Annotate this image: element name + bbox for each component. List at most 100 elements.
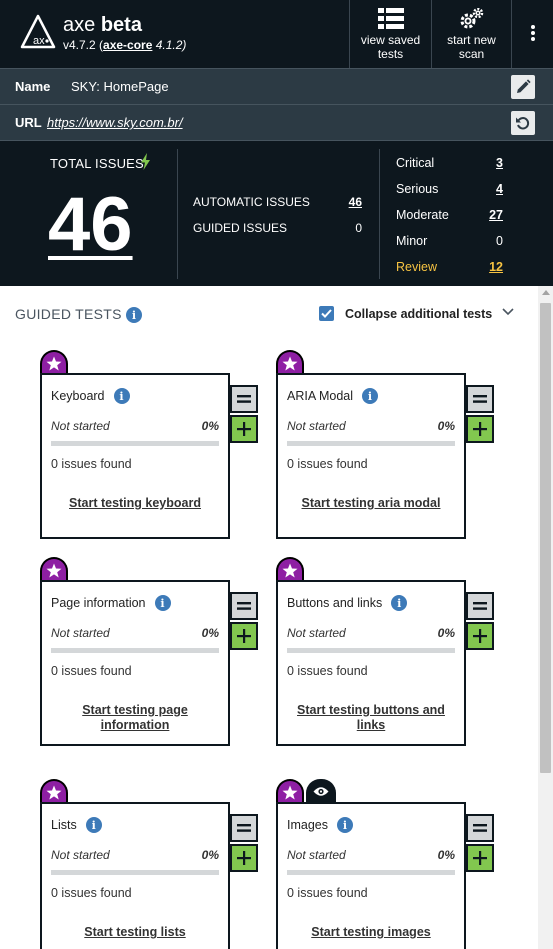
total-issues-count[interactable]: 46 xyxy=(48,185,133,265)
collapse-label: Collapse additional tests xyxy=(345,306,493,321)
new-scan-label-2: scan xyxy=(458,47,485,61)
start-link-line-1: Start testing keyboard xyxy=(69,496,201,510)
info-icon[interactable]: i xyxy=(362,388,379,404)
serious-label: Serious xyxy=(396,182,439,196)
total-issues-label: TOTAL ISSUES xyxy=(50,156,144,171)
info-icon[interactable]: i xyxy=(113,388,130,404)
url-link[interactable]: https://www.sky.com.br/ xyxy=(47,115,183,130)
review-label: Review xyxy=(396,260,437,274)
info-icon[interactable]: i xyxy=(391,595,408,611)
start-link-line-2: links xyxy=(356,718,386,732)
eye-icon xyxy=(306,779,336,804)
checkbox-icon[interactable] xyxy=(319,306,334,321)
plus-icon xyxy=(237,422,251,436)
edit-name-button[interactable] xyxy=(511,75,535,99)
start-testing-link[interactable]: Start testing keyboard xyxy=(56,496,214,511)
card-percent: 0% xyxy=(437,848,455,862)
automatic-issues-label: AUTOMATIC ISSUES xyxy=(193,195,310,209)
saved-label-2: tests xyxy=(377,47,404,61)
chevron-down-icon[interactable] xyxy=(502,308,514,316)
view-saved-tests-button[interactable]: view saved tests xyxy=(349,0,431,68)
card-status: Not started xyxy=(287,626,346,640)
star-icon xyxy=(40,557,68,582)
info-icon[interactable]: i xyxy=(126,307,142,323)
issues-found: 0 issues found xyxy=(51,457,132,471)
add-test-button[interactable] xyxy=(230,415,258,443)
minor-label: Minor xyxy=(396,234,428,248)
star-icon xyxy=(40,779,68,804)
start-testing-link[interactable]: Start testing images xyxy=(292,925,450,940)
collapse-card-button[interactable] xyxy=(466,592,494,620)
refresh-icon xyxy=(516,117,530,130)
add-test-button[interactable] xyxy=(230,844,258,872)
url-label: URL xyxy=(15,115,42,130)
moderate-count[interactable]: 27 xyxy=(489,208,503,222)
start-testing-link[interactable]: Start testing page information xyxy=(56,703,214,733)
collapse-card-button[interactable] xyxy=(230,385,258,413)
start-link-line-1: Start testing page xyxy=(82,703,188,717)
card-title-text: Page information xyxy=(51,596,146,610)
card-title: ARIA Modal i xyxy=(287,388,379,404)
scroll-thumb[interactable] xyxy=(540,303,551,773)
start-new-scan-button[interactable]: start new scan xyxy=(431,0,511,68)
card-title: Page information i xyxy=(51,595,171,611)
review-count[interactable]: 12 xyxy=(489,260,503,274)
issues-found: 0 issues found xyxy=(287,457,368,471)
plus-icon xyxy=(473,851,487,865)
start-testing-link[interactable]: Start testing buttons and links xyxy=(292,703,450,733)
card-status: Not started xyxy=(287,419,346,433)
version-prefix: v4.7.2 ( xyxy=(63,38,104,52)
serious-count[interactable]: 4 xyxy=(496,182,503,196)
issues-found: 0 issues found xyxy=(287,886,368,900)
card-body: Lists i Not started 0% 0 issues found Sta… xyxy=(40,802,230,949)
info-icon[interactable]: i xyxy=(154,595,171,611)
top-bar: ax axe beta v4.7.2 (axe-core 4.1.2) view… xyxy=(0,0,553,68)
info-icon[interactable]: i xyxy=(337,817,353,833)
add-test-button[interactable] xyxy=(466,844,494,872)
axe-core-link[interactable]: axe-core xyxy=(103,38,152,52)
app-title: axe beta xyxy=(63,14,142,36)
progress-bar xyxy=(51,648,219,653)
add-test-button[interactable] xyxy=(466,415,494,443)
star-icon xyxy=(276,557,304,582)
scroll-up-arrow[interactable] xyxy=(542,290,550,295)
card-status: Not started xyxy=(51,419,110,433)
vertical-scrollbar[interactable] xyxy=(538,286,553,949)
core-version: 4.1.2) xyxy=(152,38,187,52)
start-testing-link[interactable]: Start testing lists xyxy=(56,925,214,940)
guided-tests-panel: GUIDED TESTS i Collapse additional tests… xyxy=(0,286,538,949)
guided-tests-title: GUIDED TESTS xyxy=(15,306,122,322)
add-test-button[interactable] xyxy=(230,622,258,650)
minus-icon xyxy=(237,602,251,610)
more-options-button[interactable] xyxy=(511,0,553,68)
start-testing-link[interactable]: Start testing aria modal xyxy=(292,496,450,511)
progress-bar xyxy=(287,870,455,875)
add-test-button[interactable] xyxy=(466,622,494,650)
pencil-icon xyxy=(517,79,531,93)
rescan-button[interactable] xyxy=(511,111,535,135)
info-icon[interactable]: i xyxy=(85,817,102,833)
progress-bar xyxy=(287,648,455,653)
brand-light: axe xyxy=(63,14,96,36)
version-text: v4.7.2 (axe-core 4.1.2) xyxy=(63,38,186,52)
minus-icon xyxy=(237,395,251,403)
card-title-text: Images xyxy=(287,818,328,832)
card-title: Buttons and links i xyxy=(287,595,408,611)
minor-count: 0 xyxy=(496,234,503,248)
collapse-card-button[interactable] xyxy=(230,814,258,842)
divider xyxy=(379,149,380,279)
start-link-line-1: Start testing buttons and xyxy=(297,703,445,717)
card-body: Images i Not started 0% 0 issues found St… xyxy=(276,802,466,949)
moderate-label: Moderate xyxy=(396,208,449,222)
minus-icon xyxy=(473,395,487,403)
issues-summary: TOTAL ISSUES 46 AUTOMATIC ISSUES 46 GUID… xyxy=(0,140,553,286)
card-body: Page information i Not started 0% 0 issue… xyxy=(40,580,230,746)
card-body: Keyboard i Not started 0% 0 issues found … xyxy=(40,373,230,539)
automatic-issues-count[interactable]: 46 xyxy=(349,195,362,209)
collapse-card-button[interactable] xyxy=(230,592,258,620)
collapse-card-button[interactable] xyxy=(466,814,494,842)
collapse-card-button[interactable] xyxy=(466,385,494,413)
critical-count[interactable]: 3 xyxy=(496,156,503,170)
collapse-additional-tests-toggle[interactable]: Collapse additional tests xyxy=(319,306,492,321)
svg-text:ax: ax xyxy=(33,35,45,47)
